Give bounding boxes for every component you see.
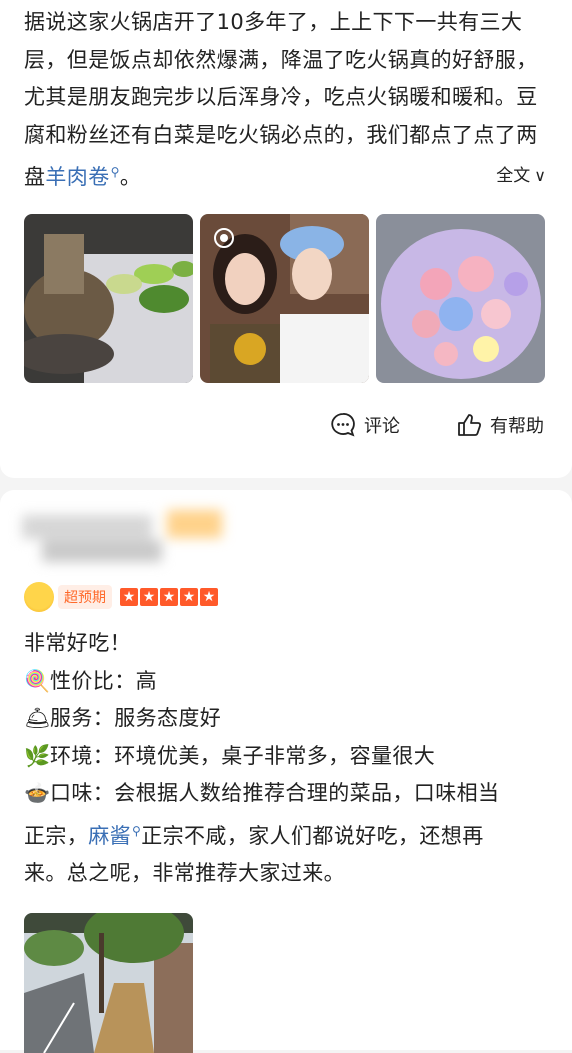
helpful-label: 有帮助 [490, 416, 544, 437]
bell-icon: 🛎 [24, 706, 52, 730]
street-photo[interactable] [24, 913, 193, 1053]
search-icon: ⚲ [110, 165, 120, 179]
user-name-blurred [22, 510, 222, 562]
selfie-photo[interactable] [200, 214, 369, 383]
comment-button[interactable]: 评论 [330, 412, 400, 438]
star-icon: ★ [140, 588, 158, 606]
review-card-1: 据说这家火锅店开了10多年了，上上下下一共有三大层，但是饭点却依然爆满，降温了吃… [0, 0, 572, 478]
taste-row-3: 来。总之呢，非常推荐大家过来。 [24, 861, 345, 885]
expand-full-text-button[interactable]: 全文 ∨ [486, 161, 546, 186]
star-icon: ★ [160, 588, 178, 606]
value-row: 🍭性价比：高 [24, 663, 554, 701]
environment-row: 🌿环境：环境优美，桌子非常多，容量很大 [24, 738, 554, 776]
chevron-down-icon: ∨ [534, 166, 546, 185]
service-row: 🛎服务：服务态度好 [24, 700, 554, 738]
comment-label: 评论 [364, 416, 400, 437]
pot-icon: 🍲 [24, 781, 51, 805]
thumbs-up-icon [456, 412, 482, 438]
review-text[interactable]: 据说这家火锅店开了10多年了，上上下下一共有三大层，但是饭点却依然爆满，降温了吃… [24, 4, 552, 197]
rating-row: 超预期 ★ ★ ★ ★ ★ [24, 582, 220, 612]
star-rating: ★ ★ ★ ★ ★ [120, 588, 220, 606]
star-icon: ★ [180, 588, 198, 606]
star-icon: ★ [200, 588, 218, 606]
bouquet-photo[interactable] [376, 214, 545, 383]
surprised-face-icon [24, 582, 54, 612]
keyword-link[interactable]: 羊肉卷⚲ [45, 165, 119, 189]
lollipop-icon: 🍭 [24, 668, 51, 693]
star-icon: ★ [120, 588, 138, 606]
exceeded-expectation-badge: 超预期 [58, 585, 112, 609]
leaf-icon: 🌿 [24, 743, 51, 768]
review2-text[interactable]: 非常好吃！ 🍭性价比：高 🛎服务：服务态度好 🌿环境：环境优美，桌子非常多，容量… [24, 625, 554, 893]
review-title: 非常好吃！ [24, 631, 131, 655]
taste-row-2: 正宗，麻酱⚲正宗不咸，家人们都说好吃，还想再 [24, 823, 484, 848]
helpful-button[interactable]: 有帮助 [456, 412, 544, 438]
comment-icon [330, 412, 356, 438]
search-icon: ⚲ [132, 823, 142, 838]
keyword-link[interactable]: 麻酱⚲ [88, 824, 141, 848]
hotpot-photo[interactable] [24, 214, 193, 383]
taste-row: 🍲口味：会根据人数给推荐合理的菜品，口味相当 [24, 775, 554, 813]
